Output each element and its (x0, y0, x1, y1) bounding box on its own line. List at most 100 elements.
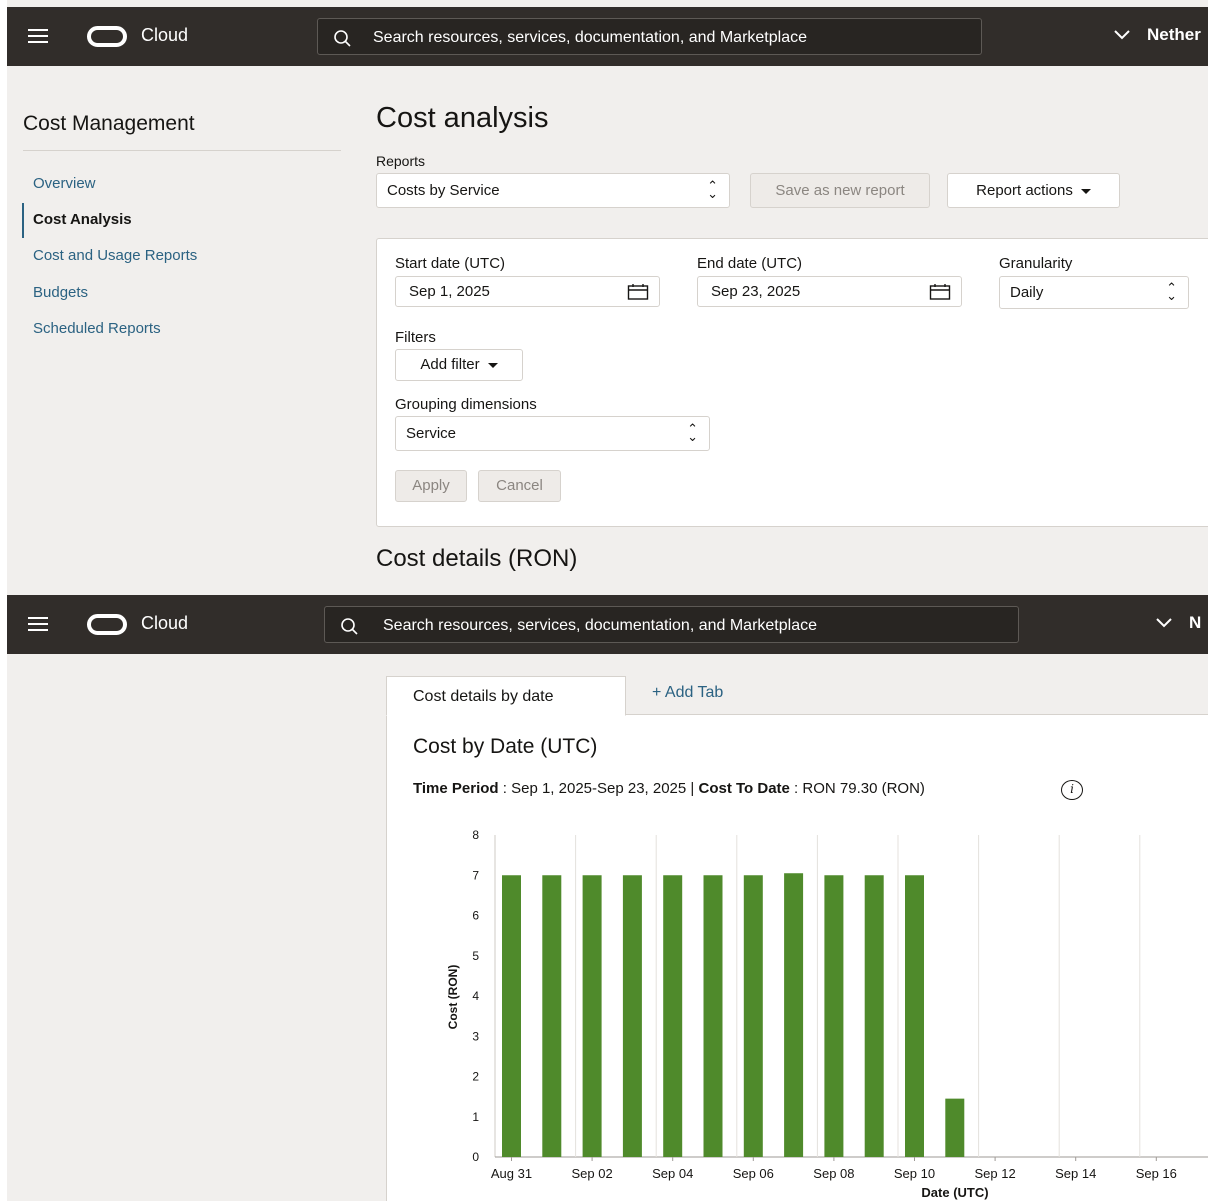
chart-x-axis: Aug 31 Sep 02 Sep 04 Sep 06 Sep 08 Sep 10 Sep … (491, 1157, 1177, 1181)
time-period-label: Time Period (413, 780, 499, 797)
select-arrows-icon: ⌃ ⌄ (687, 421, 698, 444)
x-tick-label: Sep 12 (974, 1166, 1015, 1181)
y-tick-label: 4 (472, 989, 479, 1003)
top-navigation-bar-second: Cloud Search resources, services, docume… (7, 595, 1208, 654)
y-tick-label: 3 (472, 1029, 479, 1043)
report-actions-button[interactable]: Report actions (947, 173, 1120, 208)
add-filter-label: Add filter (420, 356, 480, 373)
region-label: Nether (1147, 25, 1201, 44)
calendar-icon[interactable] (627, 283, 649, 301)
info-icon[interactable]: i (1061, 780, 1083, 800)
chart-bars (502, 873, 965, 1157)
chart-bar (542, 875, 562, 1157)
chevron-down-icon (1156, 618, 1172, 628)
cost-to-date-value: : RON 79.30 (RON) (789, 780, 925, 797)
hamburger-menu-icon[interactable] (28, 614, 50, 634)
top-navigation-bar: Cloud Search resources, services, docume… (7, 7, 1208, 66)
chart-bar (703, 875, 723, 1157)
y-tick-label: 2 (472, 1070, 479, 1084)
chart-bar (582, 875, 602, 1157)
chart-bar (622, 875, 642, 1157)
end-date-value: Sep 23, 2025 (711, 283, 801, 300)
filters-label: Filters (395, 329, 436, 346)
brand-name[interactable]: Cloud (141, 613, 188, 634)
y-tick-label: 8 (472, 828, 479, 842)
reports-label: Reports (376, 153, 426, 169)
report-select[interactable]: Costs by Service ⌃ ⌄ (376, 173, 730, 208)
x-tick-label: Sep 02 (571, 1166, 612, 1181)
report-actions-label: Report actions (976, 182, 1073, 199)
chart-title: Cost by Date (UTC) (413, 735, 598, 758)
sidebar-item-cost-and-usage-reports[interactable]: Cost and Usage Reports (33, 247, 197, 264)
sidebar-item-scheduled-reports[interactable]: Scheduled Reports (33, 320, 161, 337)
select-arrows-icon: ⌃ ⌄ (1166, 280, 1177, 303)
start-date-input[interactable]: Sep 1, 2025 (395, 276, 660, 307)
add-filter-button[interactable]: Add filter (395, 349, 523, 381)
chart-bar (502, 875, 521, 1157)
chart-bar (824, 875, 844, 1157)
caret-down-icon (1080, 188, 1091, 194)
cost-to-date-label: Cost To Date (698, 780, 790, 797)
page-edge (0, 0, 7, 1201)
apply-button[interactable]: Apply (395, 470, 467, 502)
granularity-label: Granularity (999, 255, 1073, 272)
hamburger-menu-icon[interactable] (28, 26, 50, 46)
start-date-value: Sep 1, 2025 (409, 283, 490, 300)
tab-cost-details-by-date[interactable]: Cost details by date (386, 676, 626, 716)
granularity-select[interactable]: Daily ⌃ ⌄ (999, 276, 1189, 309)
sidebar-divider (23, 150, 341, 151)
calendar-icon[interactable] (929, 283, 951, 301)
time-period-summary: Time Period : Sep 1, 2025-Sep 23, 2025 |… (413, 780, 925, 797)
chart-y-axis: 0 1 2 3 4 5 6 7 8 (472, 828, 479, 1164)
x-tick-label: Sep 08 (813, 1166, 854, 1181)
sidebar-item-overview[interactable]: Overview (33, 175, 96, 192)
caret-down-icon (487, 362, 498, 368)
end-date-input[interactable]: Sep 23, 2025 (697, 276, 962, 307)
brand-name[interactable]: Cloud (141, 25, 188, 46)
region-label: N (1189, 613, 1202, 632)
x-tick-label: Sep 04 (652, 1166, 693, 1181)
search-input[interactable]: Search resources, services, documentatio… (317, 18, 982, 55)
y-axis-label: Cost (RON) (446, 965, 460, 1030)
end-date-label: End date (UTC) (697, 255, 803, 272)
start-date-label: Start date (UTC) (395, 255, 506, 272)
active-nav-indicator (22, 203, 24, 238)
y-tick-label: 6 (472, 909, 479, 923)
granularity-value: Daily (1010, 284, 1044, 301)
x-tick-label: Sep 16 (1136, 1166, 1177, 1181)
save-as-new-report-button[interactable]: Save as new report (750, 173, 930, 208)
cancel-button[interactable]: Cancel (478, 470, 561, 502)
chart-bar (864, 875, 884, 1157)
grouping-dimensions-label: Grouping dimensions (395, 396, 537, 413)
chart-bar (743, 875, 763, 1157)
sidebar-title: Cost Management (23, 112, 195, 135)
y-tick-label: 1 (472, 1110, 479, 1124)
cost-by-date-chart: 0 1 2 3 4 5 6 7 8 Aug 31 Sep 02 Sep 04 Sep 06 Sep 08… (446, 828, 1208, 1200)
sidebar-item-budgets[interactable]: Budgets (33, 284, 88, 301)
cloud-logo-icon[interactable] (87, 614, 127, 635)
page-title: Cost analysis (376, 102, 549, 134)
sidebar-item-cost-analysis[interactable]: Cost Analysis (33, 211, 132, 228)
chart-bar (663, 875, 683, 1157)
report-select-value: Costs by Service (387, 182, 500, 199)
add-tab-link[interactable]: + Add Tab (652, 684, 723, 702)
y-tick-label: 7 (472, 868, 479, 882)
cost-details-title: Cost details (RON) (376, 545, 578, 572)
grouping-dimensions-value: Service (406, 425, 457, 442)
chart-gridlines (494, 835, 1208, 1158)
cloud-logo-icon[interactable] (87, 26, 127, 47)
grouping-dimensions-select[interactable]: Service ⌃ ⌄ (395, 416, 710, 451)
y-tick-label: 5 (472, 949, 479, 963)
x-tick-label: Sep 14 (1055, 1166, 1096, 1181)
y-tick-label: 0 (472, 1150, 479, 1164)
search-icon (341, 618, 358, 635)
chart-bar (784, 873, 804, 1157)
search-input[interactable]: Search resources, services, documentatio… (324, 606, 1019, 643)
x-tick-label: Sep 10 (894, 1166, 935, 1181)
x-tick-label: Sep 06 (733, 1166, 774, 1181)
search-placeholder: Search resources, services, documentatio… (383, 617, 817, 634)
select-arrows-icon: ⌃ ⌄ (707, 178, 718, 201)
search-icon (334, 30, 351, 47)
chart-bar (905, 875, 924, 1157)
search-placeholder: Search resources, services, documentatio… (373, 29, 807, 46)
